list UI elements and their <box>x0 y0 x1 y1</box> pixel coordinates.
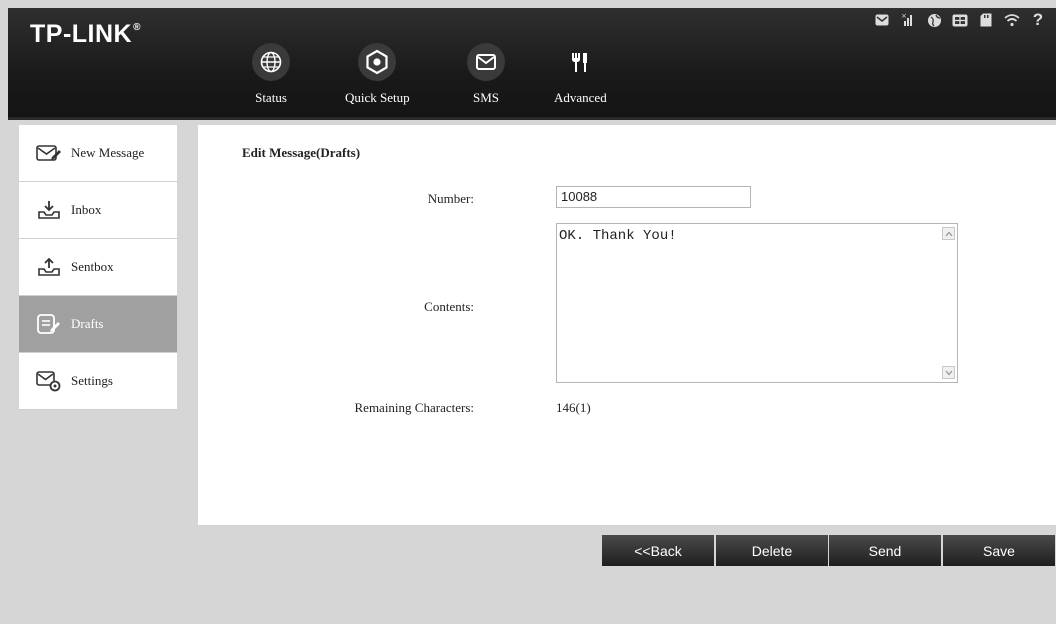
message-icon[interactable] <box>872 12 892 28</box>
nav-status[interactable]: Status <box>251 42 291 106</box>
chevron-down-icon <box>945 370 952 375</box>
sidebar-item-settings[interactable]: Settings <box>19 353 177 410</box>
sidebar-item-label: Sentbox <box>71 259 114 274</box>
number-label: Number: <box>427 191 474 206</box>
back-button[interactable]: <<Back <box>602 535 714 566</box>
nav-quick-setup[interactable]: Quick Setup <box>345 42 410 106</box>
edit-message-panel: Edit Message(Drafts) Number: 10088 Conte… <box>198 125 1056 525</box>
page-title: Edit Message(Drafts) <box>242 145 361 160</box>
status-bar: × ? <box>872 10 1048 29</box>
number-field[interactable]: 10088 <box>556 186 751 208</box>
compose-icon <box>35 141 63 165</box>
sidebar-item-label: New Message <box>71 145 145 160</box>
top-header: TP-LINK® Status Quick Setup SMS Advanced… <box>8 8 1056 117</box>
wifi-icon <box>1002 12 1022 28</box>
drafts-icon <box>35 312 63 336</box>
nav-label-status: Status <box>255 90 287 105</box>
svg-text:×: × <box>901 12 907 20</box>
scroll-up-button[interactable] <box>942 227 955 240</box>
signal-icon: × <box>898 12 918 28</box>
send-button[interactable]: Send <box>829 535 941 566</box>
tools-icon <box>572 53 588 72</box>
sidebar-item-new-message[interactable]: New Message <box>19 125 177 182</box>
sidebar-item-label: Inbox <box>71 202 102 217</box>
remaining-characters-label: Remaining Characters: <box>354 400 475 415</box>
nav-label-sms: SMS <box>472 90 500 105</box>
sidebar-item-drafts[interactable]: Drafts <box>19 296 177 353</box>
contents-textarea[interactable]: OK. Thank You! <box>556 223 958 383</box>
sd-card-icon <box>976 12 996 28</box>
nav-sms[interactable]: SMS <box>466 42 506 106</box>
header-divider <box>8 117 1056 120</box>
contents-text: OK. Thank You! <box>559 228 677 244</box>
nav-label-quick-setup: Quick Setup <box>345 90 410 105</box>
globe-icon <box>252 43 290 81</box>
help-icon[interactable]: ? <box>1028 10 1048 29</box>
scroll-down-button[interactable] <box>942 366 955 379</box>
gear-icon <box>358 43 397 81</box>
sms-sidebar: New Message Inbox Sentbox Drafts Setting… <box>19 125 177 410</box>
save-button[interactable]: Save <box>943 535 1055 566</box>
delete-button[interactable]: Delete <box>716 535 828 566</box>
sim-icon <box>950 12 970 28</box>
envelope-icon <box>467 43 505 81</box>
nav-label-advanced: Advanced <box>554 90 607 105</box>
sidebar-item-label: Drafts <box>71 316 104 331</box>
contents-label: Contents: <box>424 299 474 314</box>
textarea-scrollbar[interactable] <box>940 224 957 382</box>
sidebar-item-label: Settings <box>71 373 113 388</box>
sentbox-icon <box>35 255 63 279</box>
nav-advanced[interactable]: Advanced <box>554 42 607 106</box>
inbox-icon <box>35 198 63 222</box>
remaining-characters-value: 146(1) <box>556 400 591 415</box>
tp-link-logo: TP-LINK® <box>30 20 141 48</box>
sidebar-item-sentbox[interactable]: Sentbox <box>19 239 177 296</box>
message-settings-icon <box>35 369 63 393</box>
network-globe-icon <box>924 12 944 28</box>
chevron-up-icon <box>945 231 952 236</box>
sidebar-item-inbox[interactable]: Inbox <box>19 182 177 239</box>
